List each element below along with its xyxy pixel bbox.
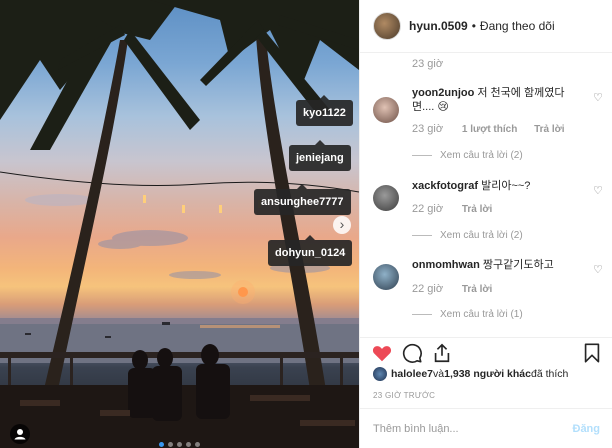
comment-like-heart-icon[interactable]: ♡	[593, 263, 603, 276]
comment-meta: 22 giờ Trả lời	[412, 283, 506, 295]
carousel-dots	[0, 434, 359, 448]
post-details-panel: hyun.0509 • Đang theo dõi 23 giờ yoon2un…	[359, 0, 612, 448]
post-photo[interactable]: kyo1122 jeniejang ansunghee7777 dohyun_0…	[0, 0, 359, 448]
carousel-dot	[195, 442, 200, 447]
carousel-next-button[interactable]: ›	[333, 216, 351, 234]
comment-text: onmomhwan 짱구같기도하고	[412, 258, 582, 272]
comment-like-heart-icon[interactable]: ♡	[593, 91, 603, 104]
comment-like-heart-icon[interactable]: ♡	[593, 184, 603, 197]
user-tag[interactable]: dohyun_0124	[268, 235, 353, 266]
header-separator: •	[471, 19, 476, 33]
commenter-avatar[interactable]	[373, 97, 399, 123]
comment-username[interactable]: xackfotograf	[412, 180, 478, 192]
add-comment-bar: Đăng	[360, 408, 612, 448]
comment-time: 22 giờ	[412, 283, 444, 295]
likes-summary[interactable]: halolee7 và 1,938 người khác đã thích	[373, 367, 568, 381]
likes-suffix: đã thích	[530, 368, 569, 380]
comment-time: 22 giờ	[412, 203, 444, 215]
view-replies-button[interactable]: Xem câu trả lời (2)	[412, 150, 523, 161]
bookmark-icon[interactable]	[581, 342, 603, 364]
comment-content: 발리아~~?	[478, 180, 531, 192]
commenter-avatar[interactable]	[373, 264, 399, 290]
comment-username[interactable]: yoon2unjoo	[412, 87, 474, 99]
post-timestamp: 23 GIỜ TRƯỚC	[373, 391, 436, 400]
carousel-dot	[168, 442, 173, 447]
author-username[interactable]: hyun.0509	[409, 19, 468, 33]
comment-icon[interactable]	[401, 342, 423, 364]
heart-icon[interactable]	[371, 342, 393, 364]
comment-meta: 23 giờ 1 lượt thích Trả lời	[412, 123, 579, 135]
comment-text: xackfotograf 발리아~~?	[412, 179, 582, 193]
comment-meta: 22 giờ Trả lời	[412, 203, 506, 215]
carousel-dot	[159, 442, 164, 447]
comment-reply-button[interactable]: Trả lời	[462, 204, 492, 215]
likes-others-count[interactable]: 1,938 người khác	[444, 368, 531, 380]
comment-username[interactable]: onmomhwan	[412, 259, 480, 271]
view-replies-button[interactable]: Xem câu trả lời (1)	[412, 309, 523, 320]
caption-time: 23 giờ	[412, 58, 444, 70]
comment-input[interactable]	[373, 422, 573, 435]
comment-likes-count[interactable]: 1 lượt thích	[462, 124, 517, 135]
carousel-dot	[186, 442, 191, 447]
comment-content: 짱구같기도하고	[479, 259, 554, 271]
user-tag[interactable]: kyo1122	[296, 95, 353, 126]
share-icon[interactable]	[431, 342, 453, 364]
liker-avatar	[373, 367, 387, 381]
comments-list[interactable]: 23 giờ yoon2unjoo 저 천국에 함께였다면.... 😢 ♡ 23…	[360, 53, 612, 337]
author-avatar[interactable]	[373, 12, 401, 40]
comment-reply-button[interactable]: Trả lời	[462, 284, 492, 295]
post-actions-bar	[360, 337, 612, 367]
post-comment-button[interactable]: Đăng	[573, 423, 601, 435]
chevron-right-icon: ›	[339, 216, 345, 232]
sunset-palms-illustration	[0, 0, 359, 448]
comment-time: 23 giờ	[412, 123, 444, 135]
likes-connector: và	[433, 368, 445, 380]
post-header: hyun.0509 • Đang theo dõi	[360, 0, 612, 53]
user-tag[interactable]: jeniejang	[289, 140, 351, 171]
user-tag[interactable]: ansunghee7777	[254, 184, 351, 215]
carousel-dot	[177, 442, 182, 447]
comment-reply-button[interactable]: Trả lời	[534, 124, 564, 135]
comment-text: yoon2unjoo 저 천국에 함께였다면.... 😢	[412, 86, 582, 114]
following-button[interactable]: Đang theo dõi	[480, 19, 555, 33]
liker-username[interactable]: halolee7	[391, 368, 433, 380]
commenter-avatar[interactable]	[373, 185, 399, 211]
view-replies-button[interactable]: Xem câu trả lời (2)	[412, 230, 523, 241]
